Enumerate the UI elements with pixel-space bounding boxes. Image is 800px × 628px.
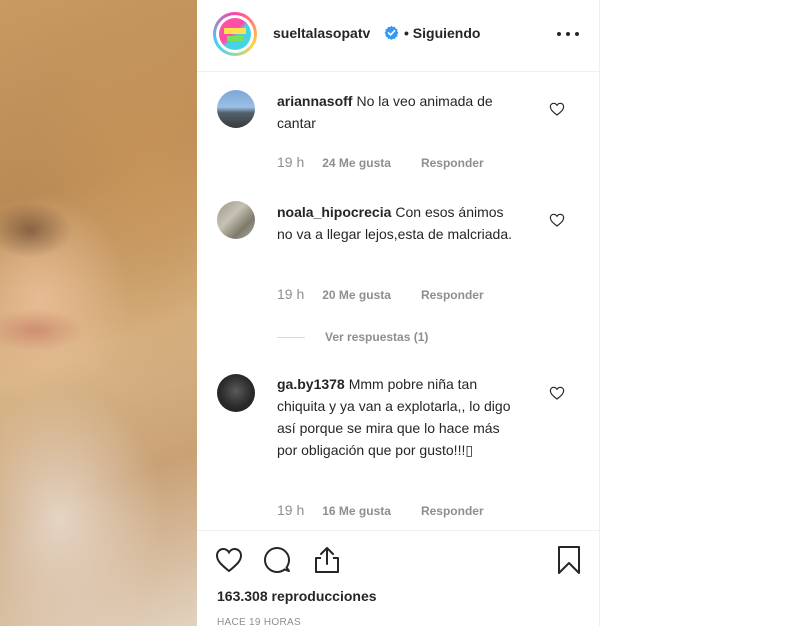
account-username[interactable]: sueltalasopatv: [273, 25, 370, 41]
comment-meta: 19 h 16 Me gusta Responder: [277, 502, 484, 518]
reply-button[interactable]: Responder: [421, 288, 484, 302]
like-comment-icon[interactable]: [549, 101, 565, 117]
account-avatar[interactable]: [213, 12, 257, 56]
comment-time: 19 h: [277, 154, 305, 170]
view-count[interactable]: 163.308 reproducciones: [217, 588, 377, 604]
reply-button[interactable]: Responder: [421, 504, 484, 518]
commenter-avatar[interactable]: [217, 90, 255, 128]
heart-icon[interactable]: [215, 545, 243, 575]
post-panel: sueltalasopatv • Siguiendo ariannasoff No…: [197, 0, 600, 628]
post-actions: 163.308 reproducciones HACE 19 HORAS: [197, 530, 599, 628]
comment-icon[interactable]: [263, 545, 291, 575]
brand-logo-icon: [219, 18, 251, 50]
like-comment-icon[interactable]: [549, 385, 565, 401]
verified-badge-icon: [384, 25, 399, 40]
like-comment-icon[interactable]: [549, 212, 565, 228]
view-replies-label: Ver respuestas (1): [325, 330, 429, 344]
share-icon[interactable]: [313, 545, 341, 575]
comment-likes[interactable]: 16 Me gusta: [322, 504, 391, 518]
more-options-icon[interactable]: [557, 24, 579, 44]
comment-text: ga.by1378 Mmm pobre niña tan chiquita y y…: [277, 373, 522, 461]
save-bookmark-icon[interactable]: [555, 545, 583, 575]
comment-text: ariannasoff No la veo animada de cantar: [277, 90, 522, 134]
post-header: sueltalasopatv • Siguiendo: [197, 0, 599, 72]
commenter-username[interactable]: ga.by1378: [277, 376, 345, 392]
comment-likes[interactable]: 20 Me gusta: [322, 288, 391, 302]
reply-button[interactable]: Responder: [421, 156, 484, 170]
comment-time: 19 h: [277, 502, 305, 518]
comment-time: 19 h: [277, 286, 305, 302]
commenter-avatar[interactable]: [217, 201, 255, 239]
post-timestamp: HACE 19 HORAS: [217, 617, 301, 628]
comment-likes[interactable]: 24 Me gusta: [322, 156, 391, 170]
replies-divider: [277, 336, 305, 338]
comment-meta: 19 h 20 Me gusta Responder: [277, 286, 484, 302]
video-player[interactable]: [0, 0, 197, 626]
commenter-username[interactable]: ariannasoff: [277, 93, 352, 109]
view-replies-button[interactable]: Ver respuestas (1): [277, 330, 428, 344]
following-button[interactable]: • Siguiendo: [404, 25, 480, 41]
commenter-avatar[interactable]: [217, 374, 255, 412]
commenter-username[interactable]: noala_hipocrecia: [277, 204, 391, 220]
comment-text: noala_hipocrecia Con esos ánimos no va a …: [277, 201, 522, 245]
comment-meta: 19 h 24 Me gusta Responder: [277, 154, 484, 170]
